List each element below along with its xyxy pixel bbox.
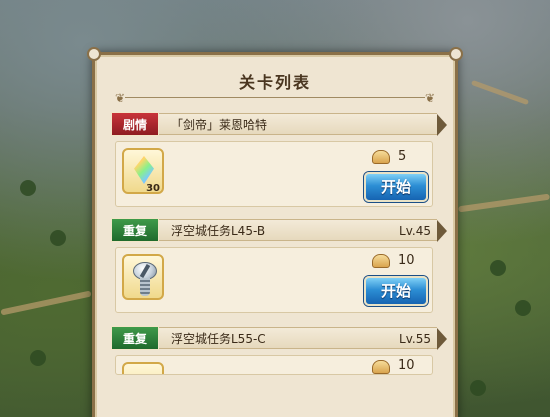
stage-header[interactable]: 剧情 「剑帝」莱恩哈特 [111, 112, 447, 136]
stage-detail: 10 [115, 355, 433, 375]
stage-level: Lv.55 [399, 332, 431, 346]
stamina-bread-icon [372, 360, 390, 374]
map-tree [490, 260, 506, 276]
reward-item-slot[interactable]: 30 [122, 148, 164, 194]
map-road [458, 193, 550, 213]
stage-detail: 10 开始 [115, 247, 433, 313]
map-tree [30, 350, 46, 366]
stamina-bread-icon [372, 150, 390, 164]
panel-corner-ornament [87, 47, 101, 61]
reward-item-slot[interactable] [122, 362, 164, 374]
divider-ornament-icon: ❦ [115, 91, 126, 105]
stage-list-panel: 关卡列表 ❦ ❦ 剧情 「剑帝」莱恩哈特 30 5 开始 重复 浮空城任务L45… [87, 47, 463, 417]
stage-title: 浮空城任务L55-C [171, 332, 266, 346]
stamina-cost: 10 [398, 253, 415, 268]
reward-item-slot[interactable] [122, 254, 164, 300]
map-tree [20, 180, 36, 196]
divider-ornament-icon: ❦ [425, 91, 436, 105]
stage-type-tag: 重复 [111, 326, 159, 350]
start-button[interactable]: 开始 [364, 276, 428, 306]
reward-item-count: 30 [146, 183, 160, 194]
map-tree [470, 380, 486, 396]
map-tree [515, 300, 531, 316]
map-road [0, 290, 92, 316]
title-divider [125, 97, 425, 98]
stage-header[interactable]: 重复 浮空城任务L45-B Lv.45 [111, 218, 447, 242]
stage-header[interactable]: 重复 浮空城任务L55-C Lv.55 [111, 326, 447, 350]
stage-level: Lv.45 [399, 224, 431, 238]
screw-shaft [140, 278, 150, 296]
map-tree [50, 230, 66, 246]
stamina-bread-icon [372, 254, 390, 268]
stage-title: 浮空城任务L45-B [171, 224, 266, 238]
stage-detail: 30 5 开始 [115, 141, 433, 207]
rainbow-crystal-icon [134, 156, 154, 184]
panel-corner-ornament [449, 47, 463, 61]
stamina-cost: 5 [398, 149, 407, 164]
panel-title: 关卡列表 [238, 73, 311, 92]
stage-title: 「剑帝」莱恩哈特 [171, 118, 268, 132]
stage-type-tag: 剧情 [111, 112, 159, 136]
stage-type-tag: 重复 [111, 218, 159, 242]
stamina-cost: 10 [398, 358, 415, 373]
start-button[interactable]: 开始 [364, 172, 428, 202]
map-road [470, 79, 530, 106]
